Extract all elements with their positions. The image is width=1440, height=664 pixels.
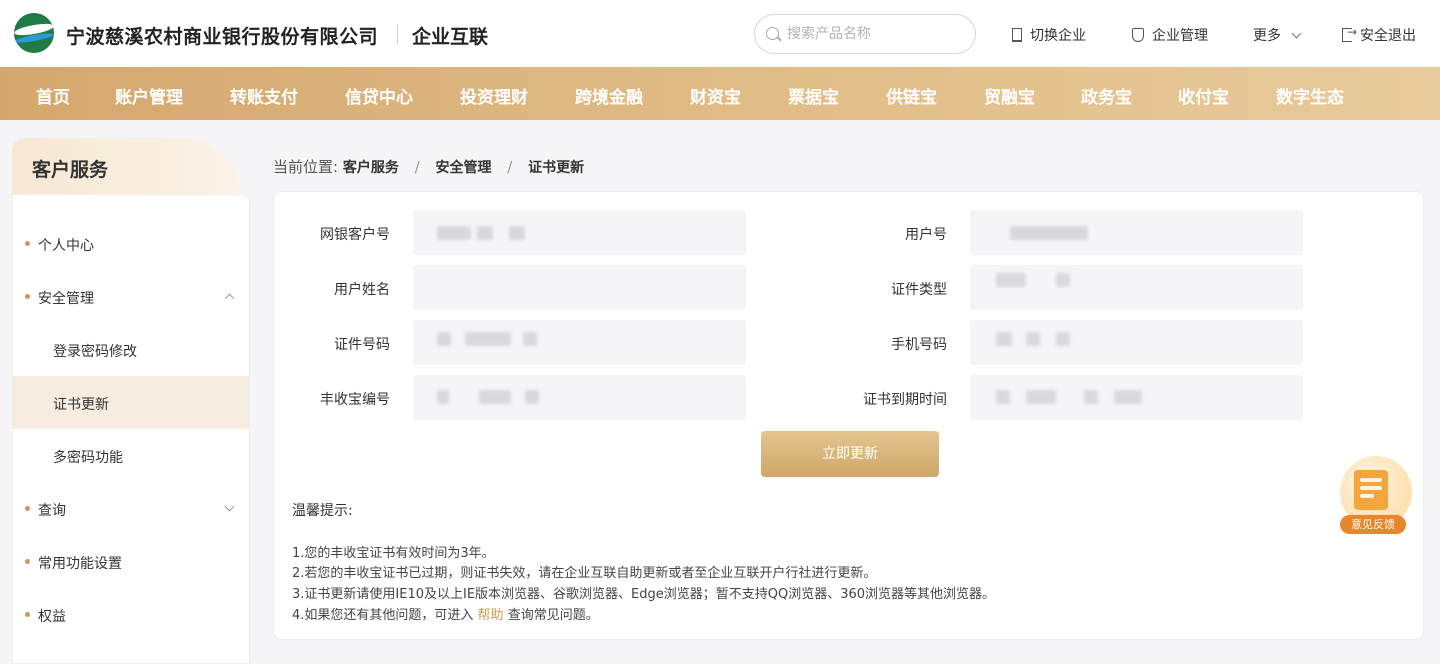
subsite-title: 企业互联 <box>412 26 489 48</box>
sidebar-item-label: 常用功能设置 <box>38 556 122 572</box>
switch-enterprise-label: 切换企业 <box>1030 28 1086 44</box>
search-box[interactable] <box>754 14 976 54</box>
switch-enterprise-link[interactable]: 切换企业 <box>1012 25 1086 45</box>
enterprise-manage-link[interactable]: 企业管理 <box>1132 25 1208 45</box>
tip-line-4-tail: 查询常见问题。 <box>507 608 599 623</box>
token-no-field <box>413 375 746 420</box>
sidebar-header: 客户服务 <box>12 138 240 194</box>
more-menu[interactable]: 更多 <box>1253 25 1302 45</box>
chevron-up-icon <box>224 293 235 304</box>
breadcrumb-level-1[interactable]: 客户服务 <box>343 160 399 176</box>
bullet-dot <box>25 294 30 299</box>
breadcrumb-prefix: 当前位置: <box>273 158 339 176</box>
nav-account[interactable]: 账户管理 <box>115 83 183 108</box>
tip-line-4-text: 4.如果您还有其他问题，可进入 <box>292 608 474 623</box>
breadcrumb-level-2[interactable]: 安全管理 <box>435 160 491 176</box>
sidebar-item-cert-update[interactable]: 证书更新 <box>13 376 249 429</box>
feedback-doc-icon <box>1354 470 1388 510</box>
bullet-dot <box>25 612 30 617</box>
sidebar-item-label: 登录密码修改 <box>53 344 137 360</box>
nav-home[interactable]: 首页 <box>36 83 70 108</box>
chevron-down-icon <box>1291 28 1302 38</box>
bullet-dot <box>25 559 30 564</box>
nav-digital[interactable]: 数字生态 <box>1276 83 1344 108</box>
cert-type-field <box>970 265 1303 310</box>
breadcrumb-separator: / <box>414 158 420 176</box>
cert-no-label: 证件号码 <box>334 337 390 353</box>
logout-link[interactable]: 安全退出 <box>1342 25 1416 45</box>
tips-title: 温馨提示: <box>292 503 353 519</box>
search-icon <box>766 27 779 40</box>
building-icon <box>1012 28 1022 42</box>
token-no-label: 丰收宝编号 <box>320 392 390 408</box>
sidebar-item-label: 安全管理 <box>38 291 94 307</box>
sidebar-item-label: 权益 <box>38 609 66 625</box>
sidebar-item-personal-center[interactable]: 个人中心 <box>13 217 249 270</box>
feedback-label: 意见反馈 <box>1340 515 1406 534</box>
sidebar-item-label: 个人中心 <box>38 238 94 254</box>
nav-bill[interactable]: 票据宝 <box>788 83 839 108</box>
breadcrumb-separator: / <box>507 158 513 176</box>
nav-crossborder[interactable]: 跨境金融 <box>575 83 643 108</box>
bank-name: 宁波慈溪农村商业银行股份有限公司 <box>66 26 379 48</box>
sidebar-item-label: 证书更新 <box>53 397 109 413</box>
bank-logo-icon[interactable] <box>14 13 54 53</box>
cert-type-label: 证件类型 <box>891 282 947 298</box>
bullet-dot <box>25 241 30 246</box>
sidebar-item-common-settings[interactable]: 常用功能设置 <box>13 535 249 588</box>
sidebar: 客户服务 个人中心 安全管理 登录密码修改 证书更新 多密码功能 查询 常用功能… <box>12 138 250 664</box>
user-name-field <box>413 265 746 310</box>
breadcrumb: 当前位置: 客户服务 / 安全管理 / 证书更新 <box>273 156 584 177</box>
logout-icon <box>1342 25 1357 42</box>
chevron-down-icon <box>224 501 235 512</box>
nav-gov[interactable]: 政务宝 <box>1081 83 1132 108</box>
expire-time-label: 证书到期时间 <box>863 392 947 408</box>
tip-line-4: 4.如果您还有其他问题，可进入 帮助 查询常见问题。 <box>292 604 599 623</box>
title-divider <box>397 24 398 44</box>
nav-payment[interactable]: 收付宝 <box>1178 83 1229 108</box>
tip-line-1: 1.您的丰收宝证书有效时间为3年。 <box>292 546 495 561</box>
user-name-label: 用户姓名 <box>334 282 390 298</box>
sidebar-item-benefits[interactable]: 权益 <box>13 588 249 641</box>
sidebar-item-login-password[interactable]: 登录密码修改 <box>13 323 249 376</box>
sidebar-menu: 个人中心 安全管理 登录密码修改 证书更新 多密码功能 查询 常用功能设置 权益 <box>12 194 250 664</box>
cert-update-card: 网银客户号 用户号 用户姓名 证件类型 证件号码 手机号码 丰收宝编号 证书到期… <box>273 191 1424 640</box>
sidebar-item-label: 查询 <box>38 503 66 519</box>
update-now-button[interactable]: 立即更新 <box>761 431 939 477</box>
customer-no-field <box>413 210 746 255</box>
tip-line-3: 3.证书更新请使用IE10及以上IE版本浏览器、谷歌浏览器、Edge浏览器；暂不… <box>292 587 996 602</box>
breadcrumb-level-3: 证书更新 <box>528 160 585 176</box>
enterprise-manage-label: 企业管理 <box>1152 28 1208 44</box>
help-link[interactable]: 帮助 <box>478 608 504 623</box>
nav-credit[interactable]: 信贷中心 <box>345 83 413 108</box>
nav-transfer[interactable]: 转账支付 <box>230 83 298 108</box>
feedback-float-button[interactable]: 意见反馈 <box>1336 456 1414 540</box>
nav-treasury[interactable]: 财资宝 <box>690 83 741 108</box>
more-label: 更多 <box>1253 28 1281 44</box>
expire-time-field <box>970 375 1303 420</box>
nav-trade[interactable]: 贸融宝 <box>984 83 1035 108</box>
sidebar-item-multi-password[interactable]: 多密码功能 <box>13 429 249 482</box>
logout-label: 安全退出 <box>1360 28 1416 44</box>
shield-icon <box>1132 28 1144 42</box>
sidebar-item-security[interactable]: 安全管理 <box>13 270 249 323</box>
sidebar-item-label: 多密码功能 <box>53 450 123 466</box>
mobile-field <box>970 320 1303 365</box>
top-header: 宁波慈溪农村商业银行股份有限公司 企业互联 切换企业 企业管理 更多 安全退出 <box>0 0 1440 67</box>
search-input[interactable] <box>787 24 967 44</box>
sidebar-title: 客户服务 <box>32 159 109 181</box>
user-no-field <box>970 210 1303 255</box>
tip-line-2: 2.若您的丰收宝证书已过期，则证书失效，请在企业互联自助更新或者至企业互联开户行… <box>292 566 877 581</box>
nav-invest[interactable]: 投资理财 <box>460 83 528 108</box>
main-nav: 首页 账户管理 转账支付 信贷中心 投资理财 跨境金融 财资宝 票据宝 供链宝 … <box>0 67 1440 120</box>
cert-no-field <box>413 320 746 365</box>
mobile-label: 手机号码 <box>891 337 947 353</box>
customer-no-label: 网银客户号 <box>320 227 390 243</box>
sidebar-item-query[interactable]: 查询 <box>13 482 249 535</box>
user-no-label: 用户号 <box>905 227 947 243</box>
nav-supplychain[interactable]: 供链宝 <box>886 83 937 108</box>
bullet-dot <box>25 506 30 511</box>
